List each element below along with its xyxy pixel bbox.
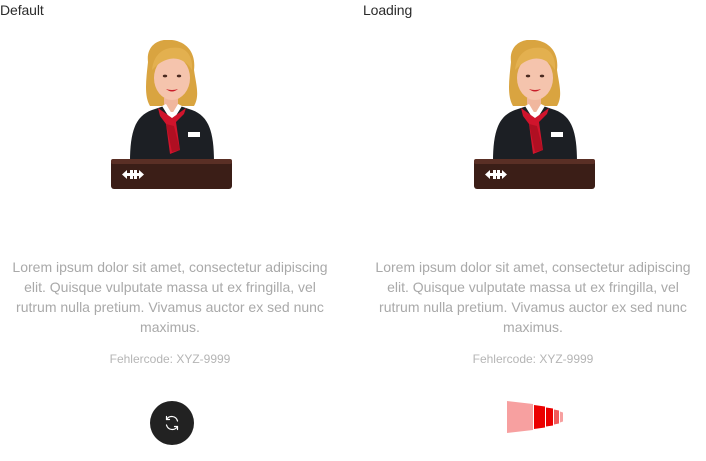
service-agent-illustration bbox=[111, 40, 232, 189]
error-code: Fehlercode: XYZ-9999 bbox=[472, 352, 594, 366]
service-agent-illustration bbox=[474, 40, 595, 189]
error-code: Fehlercode: XYZ-9999 bbox=[109, 352, 231, 366]
loading-state-panel: Loading Lorem ipsum dolor sit amet, cons… bbox=[363, 0, 703, 461]
reload-button[interactable] bbox=[150, 401, 194, 445]
loading-indicator bbox=[507, 401, 563, 433]
state-label-loading: Loading bbox=[363, 2, 413, 18]
state-label-default: Default bbox=[0, 2, 44, 18]
default-state-panel: Default Lorem ipsum dolor sit amet, cons… bbox=[0, 0, 340, 461]
reload-icon bbox=[165, 415, 179, 431]
error-message: Lorem ipsum dolor sit amet, consectetur … bbox=[12, 259, 328, 335]
error-message: Lorem ipsum dolor sit amet, consectetur … bbox=[375, 259, 691, 335]
